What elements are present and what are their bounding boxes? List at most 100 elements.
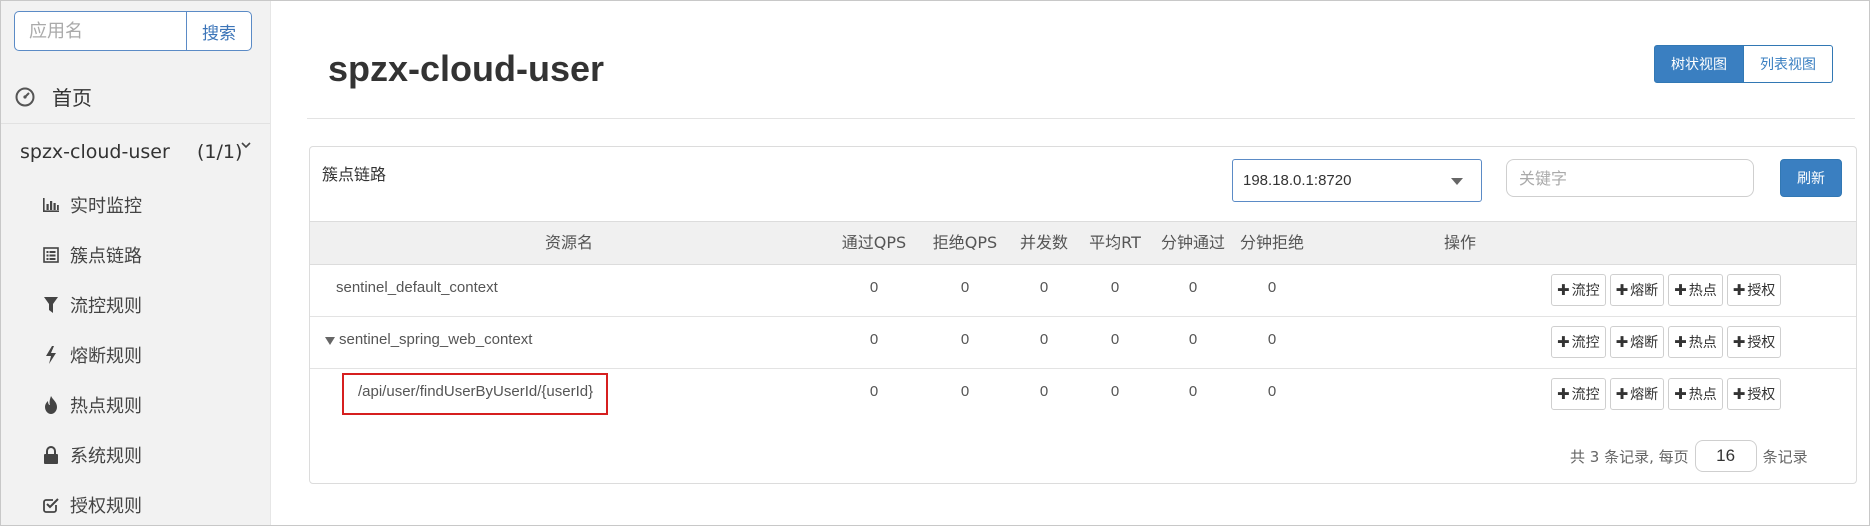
concurrency: 0 [1039, 279, 1049, 296]
menu-item-hotspot-rules[interactable]: 热点规则 [0, 380, 270, 430]
concurrency: 0 [1039, 383, 1049, 400]
op-label: 授权 [1747, 387, 1776, 403]
page-size-input[interactable] [1694, 440, 1757, 472]
add-authority-rule-button[interactable]: ✚ 授权 [1726, 326, 1782, 358]
check-square-icon [42, 496, 60, 514]
minute-block: 0 [1267, 383, 1277, 400]
add-degrade-rule-button[interactable]: ✚ 熔断 [1609, 326, 1665, 358]
add-hotspot-rule-button[interactable]: ✚ 热点 [1668, 274, 1723, 306]
op-label: 热点 [1688, 283, 1717, 299]
lock-icon [42, 446, 60, 464]
op-label: 流控 [1571, 387, 1600, 403]
menu-item-system-rules[interactable]: 系统规则 [0, 430, 270, 480]
list-view-button[interactable]: 列表视图 [1744, 45, 1833, 83]
row-actions: ✚ 流控 ✚ 熔断 ✚ 热点 ✚ 授权 [1551, 326, 1782, 358]
plus-icon: ✚ [1732, 281, 1746, 299]
app-name: spzx-cloud-user [20, 141, 170, 163]
keyword-search-input[interactable] [1506, 159, 1754, 197]
collapse-triangle-icon[interactable] [325, 337, 335, 345]
plus-icon: ✚ [1732, 333, 1746, 351]
pass-qps: 0 [869, 383, 879, 400]
pagination: 共 3 条记录, 每页 条记录 [1570, 440, 1808, 472]
menu-item-label: 流控规则 [70, 296, 142, 317]
menu-item-label: 授权规则 [70, 496, 142, 517]
add-flow-rule-button[interactable]: ✚ 流控 [1551, 326, 1606, 358]
plus-icon: ✚ [1615, 281, 1629, 299]
machine-select-value: 198.18.0.1:8720 [1243, 172, 1352, 189]
add-flow-rule-button[interactable]: ✚ 流控 [1551, 378, 1606, 410]
table-row: /api/user/findUserByUserId/{userId} 0 0 … [310, 369, 1856, 421]
pass-qps: 0 [869, 331, 879, 348]
table-row: sentinel_spring_web_context 0 0 0 0 0 0 … [310, 317, 1856, 369]
machine-select[interactable]: 198.18.0.1:8720 [1232, 159, 1482, 202]
add-hotspot-rule-button[interactable]: ✚ 热点 [1668, 378, 1723, 410]
concurrency: 0 [1039, 331, 1049, 348]
op-label: 熔断 [1630, 387, 1659, 403]
add-hotspot-rule-button[interactable]: ✚ 热点 [1668, 326, 1723, 358]
col-header-avg-rt: 平均RT [1089, 233, 1141, 252]
tree-view-button[interactable]: 树状视图 [1654, 45, 1744, 83]
add-degrade-rule-button[interactable]: ✚ 熔断 [1609, 378, 1665, 410]
title-divider [307, 118, 1855, 119]
plus-icon: ✚ [1674, 333, 1687, 351]
view-toggle: 树状视图 列表视图 [1654, 45, 1833, 83]
row-actions: ✚ 流控 ✚ 熔断 ✚ 热点 ✚ 授权 [1551, 378, 1782, 410]
plus-icon: ✚ [1615, 333, 1629, 351]
add-authority-rule-button[interactable]: ✚ 授权 [1726, 274, 1782, 306]
col-header-pass-qps: 通过QPS [841, 233, 907, 252]
search-button[interactable]: 搜索 [186, 11, 252, 51]
block-qps: 0 [960, 331, 970, 348]
menu-item-realtime[interactable]: 实时监控 [0, 180, 270, 230]
menu-item-degrade-rules[interactable]: 熔断规则 [0, 330, 270, 380]
op-label: 授权 [1747, 283, 1776, 299]
chevron-down-icon [241, 142, 251, 149]
row-actions: ✚ 流控 ✚ 熔断 ✚ 热点 ✚ 授权 [1551, 274, 1782, 306]
sidebar: 搜索 首页 spzx-cloud-user (1/1) 实时监控 簇点链路 流控… [0, 0, 271, 526]
col-header-concurrency: 并发数 [1019, 233, 1068, 252]
col-header-resource: 资源名 [544, 233, 593, 252]
col-header-ops: 操作 [1443, 233, 1476, 252]
fire-icon [42, 396, 60, 414]
menu-item-label: 系统规则 [70, 446, 142, 467]
add-degrade-rule-button[interactable]: ✚ 熔断 [1609, 274, 1665, 306]
avg-rt: 0 [1110, 279, 1120, 296]
block-qps: 0 [960, 279, 970, 296]
menu-item-cluster-link[interactable]: 簇点链路 [0, 230, 270, 280]
app-search-input[interactable] [14, 11, 186, 51]
table-row: sentinel_default_context 0 0 0 0 0 0 ✚ 流控… [310, 265, 1856, 317]
resource-name: sentinel_spring_web_context [339, 331, 533, 348]
cluster-link-panel: 簇点链路 198.18.0.1:8720 刷新 资源名 通过QPS 拒绝QPS … [309, 146, 1857, 484]
menu-item-authority-rules[interactable]: 授权规则 [0, 480, 270, 526]
app-entry[interactable]: spzx-cloud-user (1/1) [0, 124, 270, 180]
add-authority-rule-button[interactable]: ✚ 授权 [1726, 378, 1782, 410]
refresh-button[interactable]: 刷新 [1780, 159, 1842, 197]
add-flow-rule-button[interactable]: ✚ 流控 [1551, 274, 1606, 306]
op-label: 热点 [1688, 335, 1717, 351]
nav-home[interactable]: 首页 [0, 70, 270, 124]
app-search: 搜索 [14, 11, 252, 51]
block-qps: 0 [960, 383, 970, 400]
plus-icon: ✚ [1557, 333, 1570, 351]
op-label: 熔断 [1630, 335, 1659, 351]
bar-chart-icon [42, 196, 60, 214]
nav-home-label: 首页 [52, 86, 92, 110]
app-machine-count: (1/1) [197, 141, 243, 163]
resource-name: sentinel_default_context [336, 279, 498, 296]
bolt-icon [42, 346, 60, 364]
op-label: 熔断 [1630, 283, 1659, 299]
pager-total-text: 共 3 条记录, 每页 [1570, 447, 1689, 466]
plus-icon: ✚ [1557, 385, 1570, 403]
dashboard-icon [15, 87, 35, 106]
table-header: 资源名 通过QPS 拒绝QPS 并发数 平均RT 分钟通过 分钟拒绝 操作 [310, 221, 1856, 265]
menu-item-flow-rules[interactable]: 流控规则 [0, 280, 270, 330]
resource-table: 资源名 通过QPS 拒绝QPS 并发数 平均RT 分钟通过 分钟拒绝 操作 se… [310, 221, 1856, 421]
list-icon [42, 246, 60, 264]
resource-name: /api/user/findUserByUserId/{userId} [358, 383, 594, 400]
page-title: spzx-cloud-user [328, 48, 605, 89]
minute-block: 0 [1267, 279, 1277, 296]
avg-rt: 0 [1110, 331, 1120, 348]
minute-pass: 0 [1188, 383, 1198, 400]
plus-icon: ✚ [1615, 385, 1629, 403]
main-content: spzx-cloud-user 树状视图 列表视图 簇点链路 198.18.0.… [271, 0, 1870, 526]
menu-item-label: 簇点链路 [70, 246, 142, 267]
